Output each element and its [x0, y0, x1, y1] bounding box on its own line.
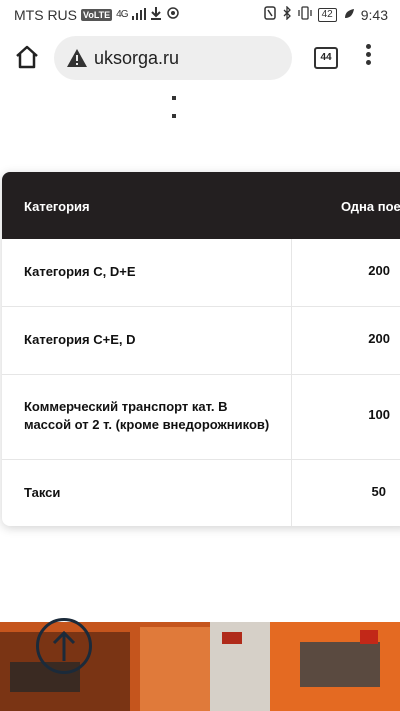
home-icon	[16, 45, 38, 69]
header-category: Категория	[24, 199, 90, 214]
row-category: Категория С+Е, D	[24, 332, 136, 347]
table-row: Категория С, D+E 200	[2, 239, 400, 307]
clock-time: 9:43	[360, 6, 388, 23]
network-type: 4G	[116, 9, 128, 20]
vibrate-icon	[297, 6, 312, 23]
row-category: Коммерческий транспорт кат. В массой от …	[24, 399, 270, 432]
cut-off-text	[172, 87, 222, 118]
menu-dot	[365, 52, 371, 57]
bluetooth-icon	[282, 5, 292, 23]
volte-badge: VoLTE	[81, 8, 113, 21]
row-category: Такси	[24, 485, 61, 500]
row-category: Категория С, D+E	[24, 264, 136, 279]
download-icon	[150, 6, 162, 23]
signal-icon	[131, 7, 146, 23]
row-value: 200	[368, 331, 390, 346]
warning-icon[interactable]	[66, 48, 88, 68]
leaf-icon	[343, 7, 355, 23]
url-text[interactable]: uksorga.ru	[94, 48, 179, 69]
address-bar[interactable]: uksorga.ru	[54, 36, 292, 80]
table-row: Коммерческий транспорт кат. В массой от …	[2, 374, 400, 460]
header-one-trip: Одна поезд	[341, 199, 400, 214]
table-row: Такси 50	[2, 459, 400, 526]
tariff-table: Категория Одна поезд Категория С, D+E 20…	[2, 172, 400, 526]
home-button[interactable]	[12, 42, 42, 72]
menu-dot	[365, 60, 371, 65]
scroll-to-top-button[interactable]	[36, 618, 92, 674]
table-header: Категория Одна поезд	[2, 172, 400, 239]
sync-icon	[166, 6, 180, 23]
browser-toolbar: uksorga.ru 44	[0, 28, 400, 88]
row-value: 200	[368, 263, 390, 278]
arrow-up-icon	[52, 630, 76, 661]
status-bar: MTS RUS VoLTE 4G 42 9:43	[0, 0, 400, 28]
battery-indicator: 42	[317, 7, 337, 22]
row-value: 100	[368, 407, 390, 422]
tab-switcher-button[interactable]: 44	[314, 47, 338, 69]
row-value: 50	[371, 484, 386, 499]
overflow-menu-button[interactable]	[362, 44, 374, 70]
carrier-label: MTS RUS	[14, 6, 77, 23]
table-row: Категория С+Е, D 200	[2, 306, 400, 375]
menu-dots-icon	[365, 44, 371, 49]
nfc-icon	[263, 6, 276, 23]
